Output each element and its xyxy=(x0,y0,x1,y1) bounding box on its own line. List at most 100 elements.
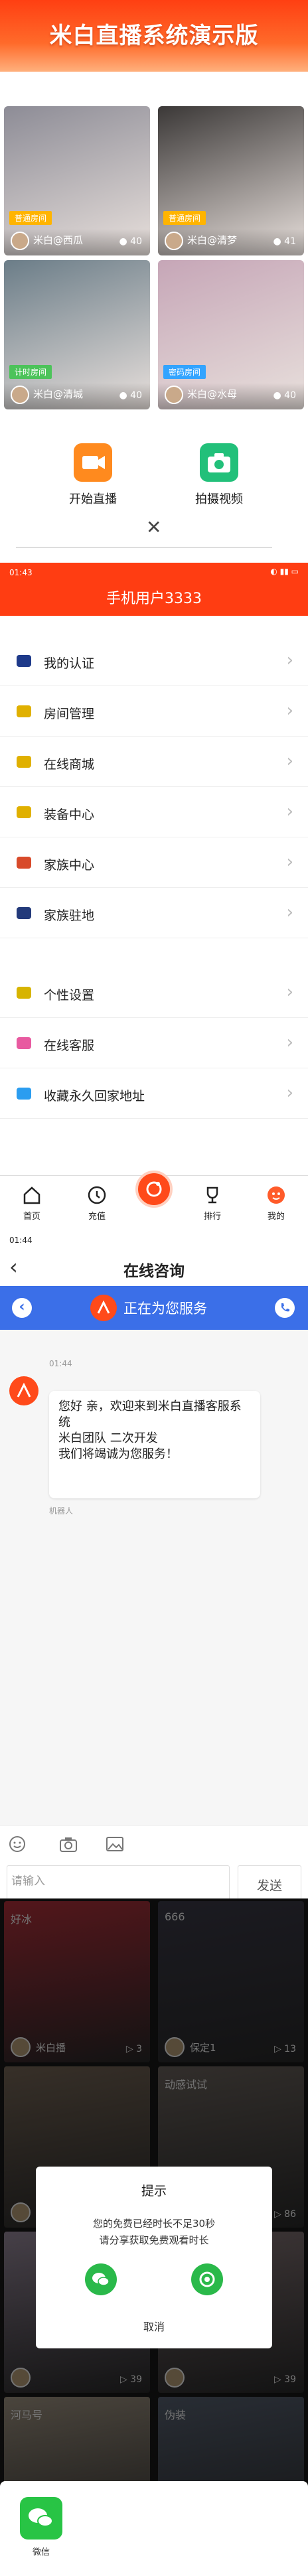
live-card[interactable]: 密码房间 米白@水母 ● 40 xyxy=(158,260,304,409)
profile-screen: 01:43 ◐ ▮▮ ▭ 手机用户3333 我的认证 › 房间管理 › 在线商城 › 装备中… xyxy=(0,563,308,1230)
menu-item-label: 收藏永久回家地址 xyxy=(44,1089,145,1104)
chat-title: 在线咨询 xyxy=(123,1263,185,1280)
viewer-count: ● 40 xyxy=(273,390,297,401)
host-name: 米白@清城 xyxy=(33,388,84,400)
menu-item-label: 个性设置 xyxy=(44,988,95,1003)
service-back-icon[interactable]: ‹ xyxy=(12,1298,32,1318)
tab-mine[interactable]: 我的 xyxy=(250,1180,303,1222)
viewer-count: ● 40 xyxy=(119,236,143,247)
start-live-label: 开始直播 xyxy=(69,492,117,506)
chevron-right-icon: › xyxy=(286,982,293,1002)
camera-icon[interactable] xyxy=(58,1835,78,1856)
chat-input-bar: 请输入 发送 xyxy=(0,1825,308,1906)
mine-icon xyxy=(266,1185,286,1205)
room-type-badge: 计时房间 xyxy=(9,365,52,379)
chevron-right-icon: › xyxy=(286,1083,293,1103)
viewer-count-value: 40 xyxy=(284,390,296,401)
dialog-title: 提示 xyxy=(141,2184,167,2198)
menu-item-label: 在线商城 xyxy=(44,757,95,772)
live-card[interactable]: 普通房间 米白@清梦 ● 41 xyxy=(158,106,304,255)
host-name: 米白@清梦 xyxy=(187,234,238,246)
room-type-badge: 普通房间 xyxy=(163,211,206,225)
menu-item[interactable]: 我的认证 › xyxy=(0,636,308,686)
start-live-button[interactable]: 开始直播 xyxy=(46,443,139,507)
dialog-line-2: 请分享获取免费观看时长 xyxy=(99,2234,209,2246)
wechat-share-button[interactable] xyxy=(85,2263,117,2295)
banner-title: 米白直播系统演示版 xyxy=(49,23,259,49)
tab-start-live[interactable] xyxy=(127,1171,181,1208)
viewer-count: ● 40 xyxy=(119,390,143,401)
status-bar-chat: 01:44 xyxy=(0,1230,308,1250)
person-icon xyxy=(15,904,33,922)
tab-recharge[interactable]: 充值 xyxy=(70,1180,123,1222)
chevron-right-icon: › xyxy=(286,802,293,822)
menu-item[interactable]: 在线商城 › xyxy=(0,737,308,787)
menu-item[interactable]: 家族驻地 › xyxy=(0,888,308,938)
menu-item-label: 我的认证 xyxy=(44,656,95,671)
menu-item[interactable]: 收藏永久回家地址 › xyxy=(0,1068,308,1119)
menu-item[interactable]: 房间管理 › xyxy=(0,686,308,737)
room-type-badge: 普通房间 xyxy=(9,211,52,225)
live-card[interactable]: 计时房间米白@清城 ● 40 xyxy=(4,260,150,409)
wallet-icon xyxy=(87,1185,107,1205)
host-name: 米白@水母 xyxy=(187,388,238,400)
avatar xyxy=(11,232,29,250)
bot-name: 机器人 xyxy=(49,1506,74,1516)
service-bar: ‹ 正在为您服务 xyxy=(0,1286,308,1330)
wechat-button[interactable] xyxy=(20,2497,62,2540)
emoji-icon[interactable] xyxy=(8,1835,27,1856)
menu-item[interactable]: 在线客服 › xyxy=(0,1018,308,1068)
service-icon xyxy=(15,1034,33,1052)
live-center-icon xyxy=(135,1171,173,1208)
trophy-icon xyxy=(202,1185,222,1205)
tab-home-label: 首页 xyxy=(23,1212,40,1222)
tab-ranking[interactable]: 排行 xyxy=(186,1180,239,1222)
chevron-right-icon: › xyxy=(286,852,293,872)
status-icons: ◐ ▮▮ ▭ xyxy=(270,567,299,576)
viewer-count-value: 40 xyxy=(130,390,142,401)
menu-item-label: 房间管理 xyxy=(44,707,95,721)
start-live-sheet: 开始直播 拍摄视频 ✕ xyxy=(0,430,308,563)
image-icon[interactable] xyxy=(105,1835,125,1856)
service-logo-icon xyxy=(90,1295,117,1321)
chat-nav-bar: ‹ 在线咨询 xyxy=(0,1250,308,1286)
chevron-right-icon: › xyxy=(286,902,293,922)
profile-title: 手机用户3333 xyxy=(0,583,308,616)
people-icon xyxy=(15,853,33,872)
moments-share-button[interactable] xyxy=(191,2263,223,2295)
wechat-label: 微信 xyxy=(32,2547,50,2557)
sheet-divider xyxy=(16,547,272,548)
video-feed-screen: 好冰米白播▷ 3666保定1▷ 13米白团队▷ 58动感试试米白@清城▷ 86▷… xyxy=(0,1898,308,2576)
share-sheet: 微信 xyxy=(0,2481,308,2576)
chevron-right-icon: › xyxy=(286,751,293,771)
menu-item[interactable]: 个性设置 › xyxy=(0,967,308,1018)
gear-box-icon xyxy=(15,803,33,822)
chat-messages: 01:44 您好 亲，欢迎来到米白直播客服系 统 米白团队 二次开发 我们将竭诚… xyxy=(0,1330,308,1825)
phone-icon[interactable] xyxy=(275,1298,295,1318)
tab-home[interactable]: 首页 xyxy=(5,1180,58,1222)
chat-screen: 01:44 ‹ 在线咨询 ‹ 正在为您服务 01:44 您好 亲，欢迎来到米白直… xyxy=(0,1230,308,1906)
chevron-right-icon: › xyxy=(286,1033,293,1052)
live-card[interactable]: 普通房间 米白@西瓜 ● 40 xyxy=(4,106,150,255)
link-icon xyxy=(15,1084,33,1103)
dialog-cancel-button[interactable]: 取消 xyxy=(36,2318,272,2334)
message-line: 您好 亲，欢迎来到米白直播客服系 xyxy=(58,1399,242,1413)
menu-item[interactable]: 装备中心 › xyxy=(0,787,308,837)
menu-item-label: 在线客服 xyxy=(44,1038,95,1053)
camera-icon xyxy=(200,443,238,482)
share-prompt-dialog: 提示 您的免费已经时长不足30秒 请分享获取免费观看时长 取消 xyxy=(36,2167,272,2348)
close-sheet-button[interactable]: ✕ xyxy=(146,516,161,538)
shoot-video-button[interactable]: 拍摄视频 xyxy=(173,443,266,507)
viewer-count-value: 41 xyxy=(284,236,296,247)
avatar xyxy=(165,386,183,404)
avatar xyxy=(11,386,29,404)
badge-icon xyxy=(15,652,33,670)
app-banner: 米白直播系统演示版 xyxy=(0,0,308,72)
live-home-screen: 米白直播系统演示版 普通房间 米白@西瓜 ● 40 普通房间 米白@清梦 ● 41 计时房间… xyxy=(0,0,308,563)
message-time: 01:44 xyxy=(49,1359,72,1368)
service-status-text: 正在为您服务 xyxy=(123,1301,207,1317)
menu-item[interactable]: 家族中心 › xyxy=(0,837,308,888)
menu-item-label: 家族中心 xyxy=(44,858,95,873)
status-bar: 01:43 ◐ ▮▮ ▭ xyxy=(0,563,308,583)
welcome-message: 您好 亲，欢迎来到米白直播客服系 统 米白团队 二次开发 我们将竭诚为您服务！ xyxy=(49,1391,260,1498)
